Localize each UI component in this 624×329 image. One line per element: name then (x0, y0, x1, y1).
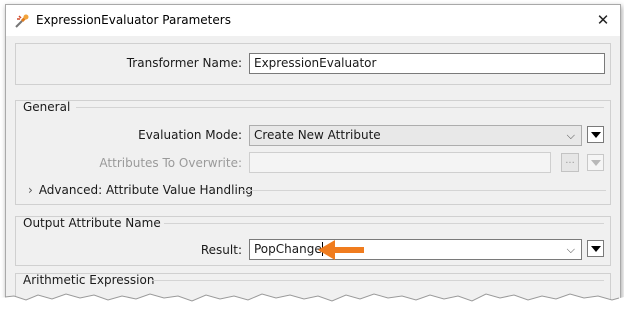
result-value: PopChange (254, 242, 322, 256)
advanced-attribute-value-handling-label: Advanced: Attribute Value Handling (38, 183, 254, 197)
group-divider (164, 223, 604, 224)
triangle-down-icon (591, 160, 601, 166)
torn-edge-decoration (0, 293, 624, 329)
result-label: Result: (200, 243, 242, 257)
advanced-attribute-value-handling-expander[interactable]: › Advanced: Attribute Value Handling (28, 183, 253, 197)
transformer-name-group: Transformer Name: ExpressionEvaluator (15, 43, 611, 85)
transformer-name-label: Transformer Name: (126, 56, 242, 70)
close-button[interactable]: ✕ (586, 5, 620, 36)
fme-transformer-icon (15, 14, 29, 28)
attributes-to-overwrite-label: Attributes To Overwrite: (99, 156, 242, 170)
output-attribute-name-group: Output Attribute Name Result: PopChange … (15, 216, 611, 266)
transformer-name-input[interactable]: ExpressionEvaluator (249, 53, 605, 74)
evaluation-mode-label: Evaluation Mode: (138, 128, 242, 142)
general-group-title: General (23, 100, 71, 114)
result-input[interactable]: PopChange ⌵ (249, 239, 582, 260)
evaluation-mode-menu-button[interactable] (587, 126, 604, 143)
output-group-title: Output Attribute Name (23, 216, 161, 230)
attributes-to-overwrite-menu-button[interactable] (587, 154, 604, 171)
attributes-to-overwrite-browse-button[interactable]: ... (561, 153, 579, 172)
triangle-down-icon (591, 132, 601, 138)
triangle-down-icon (591, 246, 601, 252)
group-divider (76, 107, 604, 108)
chevron-down-icon: ⌵ (566, 243, 575, 256)
title-bar: ExpressionEvaluator Parameters ✕ (6, 5, 620, 36)
general-group: General Evaluation Mode: Create New Attr… (15, 100, 611, 205)
evaluation-mode-value: Create New Attribute (254, 128, 381, 142)
annotation-arrow-icon (318, 240, 364, 260)
advanced-divider (240, 190, 606, 191)
chevron-right-icon: › (28, 183, 33, 197)
attributes-to-overwrite-input[interactable] (249, 152, 551, 173)
window-title: ExpressionEvaluator Parameters (36, 13, 231, 27)
result-menu-button[interactable] (587, 240, 604, 257)
evaluation-mode-select[interactable]: Create New Attribute ⌵ (249, 125, 582, 146)
close-icon: ✕ (596, 11, 610, 29)
chevron-down-icon: ⌵ (566, 129, 575, 142)
dialog-window: ExpressionEvaluator Parameters ✕ Transfo… (5, 4, 621, 318)
